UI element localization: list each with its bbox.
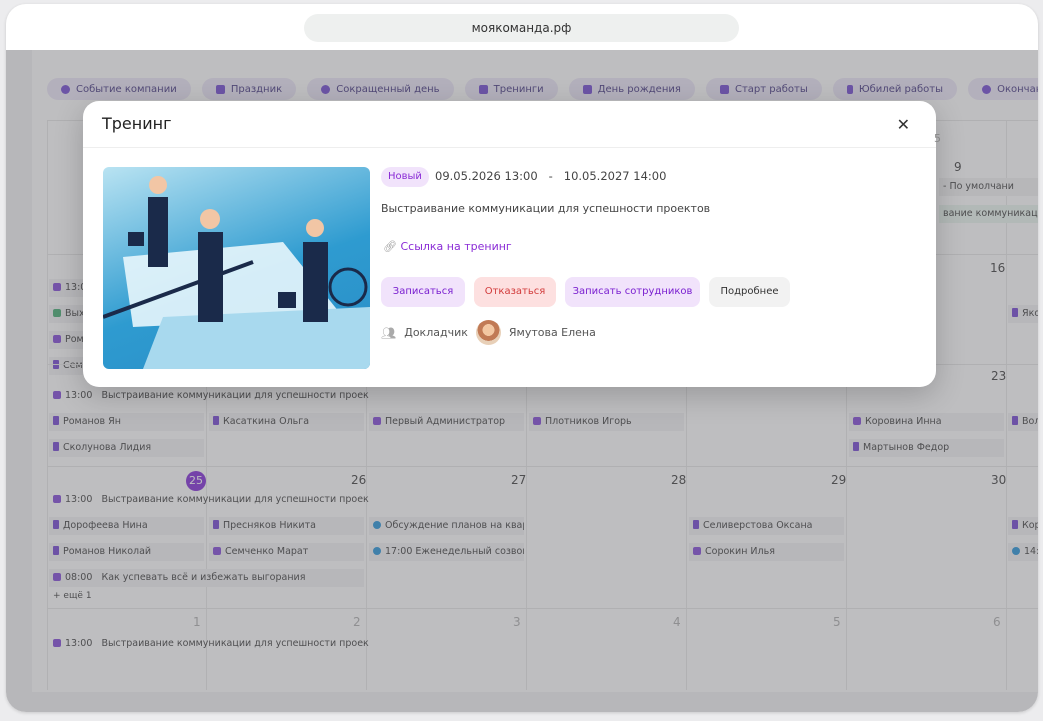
speaker-row: 👥︎ Докладчик Ямутова Елена — [381, 320, 596, 345]
decline-button[interactable]: Отказаться — [474, 277, 556, 307]
training-modal: Тренинг 5 ✕ Новый 09.05.2026 13:00 - 10.… — [83, 101, 941, 387]
date-separator: - — [548, 169, 553, 183]
day-number: 5 — [934, 132, 941, 145]
training-dates: 09.05.2026 13:00 - 10.05.2027 14:00 — [435, 169, 666, 183]
speaker-icon: 👥︎ — [381, 325, 397, 340]
divider — [83, 147, 936, 148]
training-description: Выстраивание коммуникации для успешности… — [381, 202, 711, 215]
link-icon: 🔗︎ — [383, 240, 397, 253]
training-link[interactable]: 🔗︎ Ссылка на тренинг — [383, 240, 512, 253]
join-button[interactable]: Записаться — [381, 277, 465, 307]
training-illustration — [103, 176, 370, 369]
enroll-employees-button[interactable]: Записать сотрудников — [565, 277, 700, 307]
end-date: 10.05.2027 14:00 — [563, 169, 667, 183]
speaker-name[interactable]: Ямутова Елена — [509, 326, 596, 339]
modal-title: Тренинг — [102, 114, 172, 133]
avatar — [475, 320, 501, 345]
speaker-label: Докладчик — [404, 326, 468, 339]
start-date: 09.05.2026 13:00 — [435, 169, 538, 183]
details-button[interactable]: Подробнее — [709, 277, 790, 307]
training-image — [103, 167, 370, 369]
address-bar[interactable]: моякоманда.рф — [304, 14, 739, 42]
status-badge: Новый — [381, 167, 429, 187]
close-icon[interactable]: ✕ — [897, 115, 910, 134]
